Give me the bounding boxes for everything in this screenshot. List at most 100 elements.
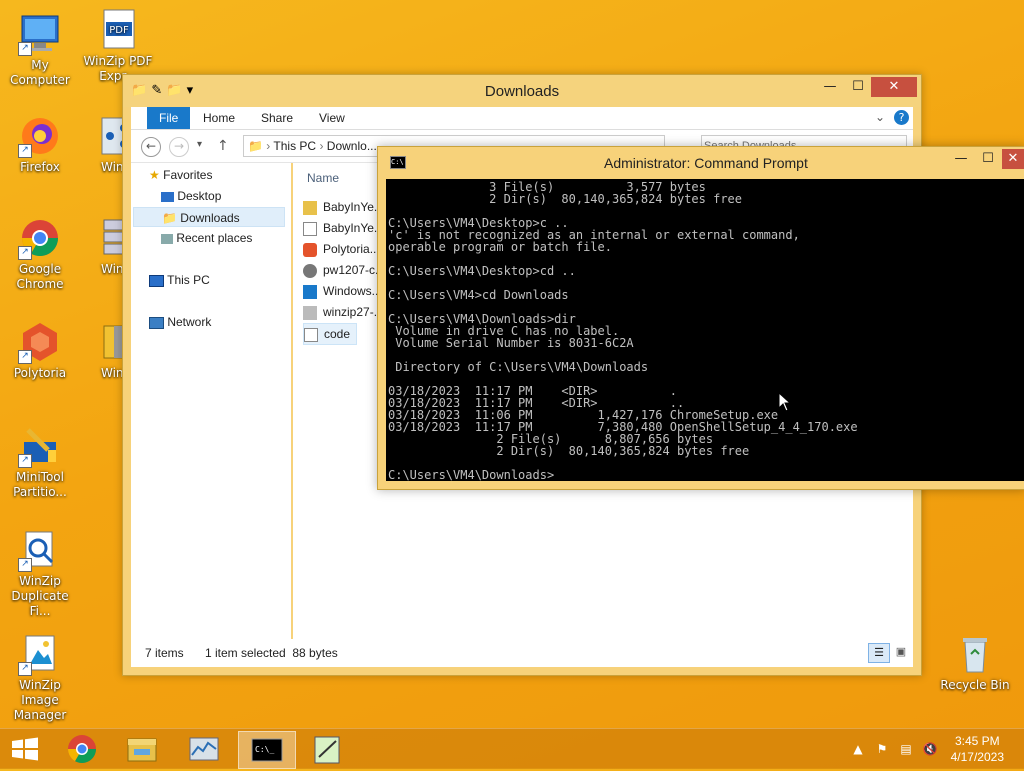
list-item[interactable]: BabyInYe... — [303, 218, 384, 238]
chrome-icon — [68, 735, 96, 763]
status-item-count: 7 items — [145, 646, 184, 660]
nav-desktop[interactable]: Desktop — [161, 186, 221, 206]
breadcrumb-this-pc[interactable]: This PC — [273, 139, 316, 153]
taskbar-file-explorer[interactable] — [114, 731, 170, 767]
minitool-icon: ↗ — [18, 424, 62, 468]
desktop-icon-label: Polytoria — [13, 366, 67, 380]
list-item[interactable]: winzip27-... — [303, 302, 384, 322]
computer-icon — [149, 274, 164, 287]
forward-button[interactable]: → — [169, 137, 189, 157]
mouse-cursor-icon — [778, 392, 792, 412]
desktop-icon-winzip-pdf[interactable]: PDF WinZip PDF Expr... — [78, 8, 158, 84]
nav-favorites[interactable]: ★ Favorites — [149, 165, 212, 185]
recycle-bin-icon — [953, 632, 997, 676]
desktop-icon-winzip-duplicate[interactable]: ↗ WinZip Duplicate Fi... — [0, 528, 80, 619]
folder-icon: 📁 — [248, 139, 263, 153]
desktop-icon-label: My Computer — [10, 58, 70, 87]
close-button[interactable]: ✕ — [871, 77, 917, 97]
chevron-down-icon[interactable]: ⌄ — [875, 110, 885, 124]
command-prompt-window[interactable]: C:\ Administrator: Command Prompt — ☐ ✕ … — [377, 146, 1024, 490]
network-icon — [149, 316, 164, 329]
cmd-minimize-button[interactable]: — — [946, 149, 976, 169]
chrome-icon: ↗ — [18, 216, 62, 260]
tab-home[interactable]: Home — [191, 107, 247, 129]
desktop-icon-my-computer[interactable]: ↗ My Computer — [0, 12, 80, 88]
taskbar-command-prompt[interactable]: C:\_ — [238, 731, 296, 769]
polytoria-icon — [303, 242, 317, 257]
performance-monitor-icon — [189, 737, 219, 761]
navigation-pane: ★ Favorites Desktop 📁 Downloads Recent p… — [131, 163, 291, 639]
desktop-icon-label: Google Chrome — [16, 262, 64, 291]
maximize-button[interactable]: ☐ — [843, 77, 873, 97]
clock-time: 3:45 PM — [954, 734, 1000, 748]
taskbar-task-manager[interactable] — [176, 731, 232, 767]
action-center-flag-icon[interactable]: ⚑ — [874, 741, 890, 757]
gear-icon — [303, 263, 317, 278]
details-view-button[interactable]: ☰ — [868, 643, 890, 663]
desktop-icon-google-chrome[interactable]: ↗ Google Chrome — [0, 216, 80, 292]
desktop-icon-recycle-bin[interactable]: Recycle Bin — [935, 632, 1015, 693]
downloads-folder-icon: 📁 — [162, 211, 177, 225]
tab-share[interactable]: Share — [249, 107, 305, 129]
tab-view[interactable]: View — [307, 107, 357, 129]
list-item[interactable]: Polytoria... — [303, 239, 380, 259]
windows-icon — [303, 284, 317, 299]
large-icons-view-button[interactable]: ▣ — [891, 643, 911, 661]
polytoria-icon: ↗ — [18, 320, 62, 364]
breadcrumb-downloads[interactable]: Downlo... — [327, 139, 377, 153]
svg-text:C:\_: C:\_ — [255, 745, 274, 754]
desktop-icon-label: Firefox — [20, 160, 60, 174]
file-icon — [303, 221, 317, 236]
console-output[interactable]: 3 File(s) 3,577 bytes 2 Dir(s) 80,140,36… — [386, 179, 1024, 481]
taskbar-chrome[interactable] — [54, 731, 110, 767]
desktop-icon-label: WinZip Duplicate Fi... — [11, 574, 69, 618]
list-item[interactable]: code — [303, 323, 358, 345]
nav-recent-places[interactable]: Recent places — [161, 228, 252, 248]
nav-downloads[interactable]: 📁 Downloads — [133, 207, 285, 227]
recent-places-icon — [161, 233, 173, 244]
file-icon — [304, 327, 318, 342]
explorer-titlebar[interactable]: 📁 ✎ 📁 ▾ Downloads — ☐ ✕ — [123, 75, 921, 107]
cmd-maximize-button[interactable]: ☐ — [973, 149, 1003, 169]
status-selection: 1 item selected 88 bytes — [205, 646, 338, 660]
taskbar: C:\_ ▲ ⚑ ▤ 🔇 3:45 PM 4/17/2023 — [0, 728, 1024, 769]
desktop-icon-firefox[interactable]: ↗ Firefox — [0, 114, 80, 175]
desktop-icon-minitool[interactable]: ↗ MiniTool Partitio... — [0, 424, 80, 500]
svg-text:PDF: PDF — [109, 25, 129, 36]
cmd-icon: C:\ — [390, 156, 406, 169]
recent-locations-icon[interactable]: ▾ — [197, 139, 202, 150]
tab-file[interactable]: File — [147, 107, 191, 129]
list-item[interactable]: Windows... — [303, 281, 382, 301]
notepad-icon — [314, 736, 340, 764]
list-item[interactable]: BabyInYe... — [303, 197, 384, 217]
taskbar-notepad[interactable] — [300, 731, 356, 767]
file-explorer-icon — [127, 738, 157, 762]
pdf-icon: PDF — [96, 8, 140, 52]
desktop-icon-polytoria[interactable]: ↗ Polytoria — [0, 320, 80, 381]
explorer-title: Downloads — [484, 83, 560, 100]
column-header-name[interactable]: Name — [307, 171, 339, 185]
list-item[interactable]: pw1207-c... — [303, 260, 385, 280]
status-bar: 7 items 1 item selected 88 bytes ☰ ▣ — [131, 639, 913, 667]
windows-logo-icon — [12, 737, 38, 761]
back-button[interactable]: ← — [141, 137, 161, 157]
cmd-icon: C:\_ — [251, 738, 283, 762]
up-button[interactable]: ↑ — [217, 138, 229, 154]
clock-date: 4/17/2023 — [950, 750, 1004, 764]
network-status-icon[interactable]: ▤ — [898, 741, 914, 757]
help-icon[interactable]: ? — [894, 110, 909, 125]
cmd-close-button[interactable]: ✕ — [1002, 149, 1024, 169]
star-icon: ★ — [149, 168, 160, 182]
system-clock[interactable]: 3:45 PM 4/17/2023 — [951, 733, 1004, 765]
nav-this-pc[interactable]: This PC — [149, 270, 210, 290]
nav-network[interactable]: Network — [149, 312, 211, 332]
start-button[interactable] — [0, 731, 50, 767]
minimize-button[interactable]: — — [815, 77, 845, 97]
cmd-titlebar[interactable]: C:\ Administrator: Command Prompt — ☐ ✕ — [378, 147, 1024, 179]
desktop-icon — [161, 191, 174, 202]
image-manager-icon: ↗ — [18, 632, 62, 676]
volume-muted-icon[interactable]: 🔇 — [922, 741, 938, 757]
ribbon: File Home Share View ⌄ ? — [131, 107, 913, 130]
show-hidden-icons-button[interactable]: ▲ — [850, 741, 866, 757]
desktop-icon-winzip-image-manager[interactable]: ↗ WinZip Image Manager — [0, 632, 80, 723]
